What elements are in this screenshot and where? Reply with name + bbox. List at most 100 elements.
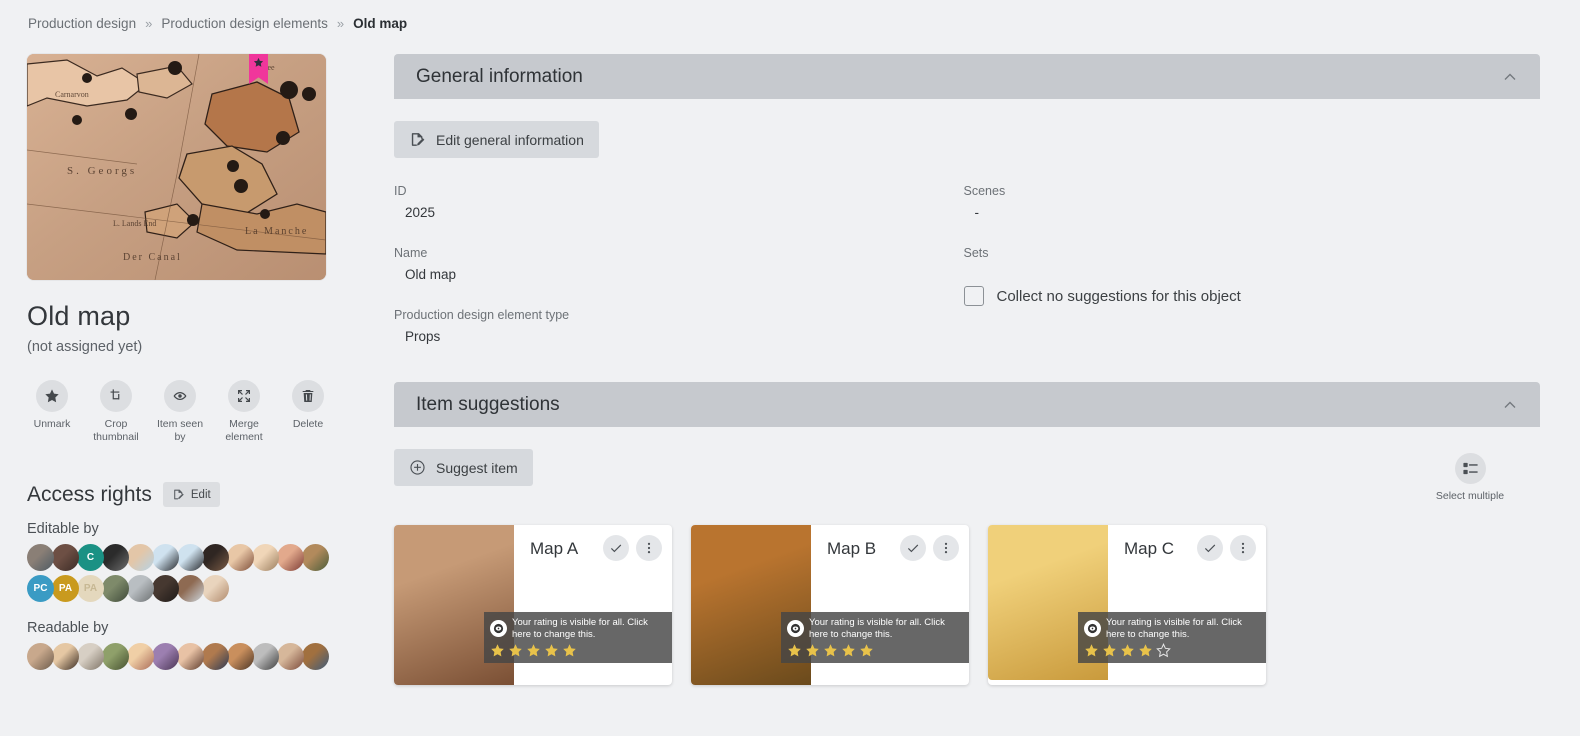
- rating-star-4[interactable]: [1138, 643, 1153, 658]
- action-crop-thumbnail[interactable]: Crop thumbnail: [91, 380, 141, 444]
- editable-by-avatar[interactable]: [127, 544, 154, 572]
- collect-no-suggestions-row[interactable]: Collect no suggestions for this object: [963, 286, 1519, 306]
- breadcrumb-separator: »: [336, 15, 345, 31]
- readable-by-avatar[interactable]: [52, 643, 79, 671]
- svg-text:Carnarvon: Carnarvon: [55, 90, 89, 99]
- general-information-header[interactable]: General information: [394, 54, 1540, 99]
- editable-by-avatar[interactable]: PA: [77, 575, 104, 603]
- rating-star-1[interactable]: [1084, 643, 1099, 658]
- action-delete[interactable]: Delete: [283, 380, 333, 444]
- rating-overlay[interactable]: Your rating is visible for all. Click he…: [484, 612, 672, 664]
- rating-star-2[interactable]: [805, 643, 820, 658]
- editable-by-avatar[interactable]: [202, 575, 229, 603]
- rating-star-3[interactable]: [526, 643, 541, 658]
- edit-document-icon: [174, 489, 184, 500]
- breadcrumb-item-2[interactable]: Production design elements: [161, 16, 328, 31]
- chevron-up-icon[interactable]: [1500, 395, 1520, 415]
- editable-by-avatar[interactable]: [127, 575, 154, 603]
- readable-by-avatar[interactable]: [27, 643, 54, 671]
- breadcrumb-item-1[interactable]: Production design: [28, 16, 136, 31]
- rating-overlay[interactable]: Your rating is visible for all. Click he…: [781, 612, 969, 664]
- approve-suggestion-button[interactable]: [603, 535, 629, 562]
- rating-star-5[interactable]: [1156, 643, 1171, 658]
- editable-by-avatar[interactable]: [177, 544, 204, 572]
- editable-by-avatar[interactable]: [52, 544, 79, 572]
- editable-by-avatar[interactable]: [152, 575, 179, 603]
- readable-by-avatar[interactable]: [177, 643, 204, 671]
- editable-by-avatar[interactable]: [277, 544, 304, 572]
- rating-star-5[interactable]: [562, 643, 577, 658]
- rating-star-1[interactable]: [490, 643, 505, 658]
- readable-by-avatar[interactable]: [152, 643, 179, 671]
- suggestion-card[interactable]: Map B Your rating is visible for all. Cli…: [691, 525, 969, 686]
- action-unmark[interactable]: Unmark: [27, 380, 77, 444]
- select-multiple-button[interactable]: Select multiple: [1422, 449, 1518, 503]
- approve-suggestion-button[interactable]: [1197, 535, 1223, 562]
- object-thumbnail[interactable]: Carnarvon S. Georgs L. Lands End La Manc…: [27, 54, 326, 280]
- suggestion-cards: Map A Your rating is visible for all. Cli…: [394, 525, 1518, 686]
- item-suggestions-header[interactable]: Item suggestions: [394, 382, 1540, 427]
- action-merge-element[interactable]: Merge element: [219, 380, 269, 444]
- editable-by-avatar[interactable]: [152, 544, 179, 572]
- item-suggestions-panel: Item suggestions Suggest item Select mul…: [374, 382, 1540, 695]
- edit-general-information-button[interactable]: Edit general information: [394, 121, 599, 158]
- suggestion-card-menu-button[interactable]: [933, 535, 959, 562]
- svg-text:L. Lands End: L. Lands End: [113, 219, 156, 228]
- star-icon: [36, 380, 68, 412]
- approve-suggestion-button[interactable]: [900, 535, 926, 562]
- rating-star-4[interactable]: [841, 643, 856, 658]
- suggestion-card-icons: [1197, 535, 1256, 562]
- editable-by-avatar[interactable]: [177, 575, 204, 603]
- editable-by-avatar[interactable]: C: [77, 544, 104, 572]
- readable-by-avatar[interactable]: [227, 643, 254, 671]
- rating-star-3[interactable]: [823, 643, 838, 658]
- readable-by-avatar[interactable]: [302, 643, 329, 671]
- readable-by-avatar[interactable]: [127, 643, 154, 671]
- editable-by-avatar[interactable]: [252, 544, 279, 572]
- readable-by-avatar[interactable]: [202, 643, 229, 671]
- rating-tooltip-text: Your rating is visible for all. Click he…: [1106, 617, 1242, 640]
- rating-star-4[interactable]: [544, 643, 559, 658]
- svg-text:Der Canal: Der Canal: [123, 252, 182, 263]
- edit-access-rights-button[interactable]: Edit: [162, 482, 220, 508]
- action-label: Item seen by: [156, 418, 204, 444]
- rating-star-2[interactable]: [1102, 643, 1117, 658]
- rating-stars[interactable]: [1084, 643, 1260, 658]
- editable-by-label: Editable by: [27, 521, 99, 538]
- suggestion-card[interactable]: Map A Your rating is visible for all. Cli…: [394, 525, 672, 686]
- readable-by-avatar[interactable]: [77, 643, 104, 671]
- editable-by-avatar[interactable]: PA: [52, 575, 79, 603]
- chevron-up-icon[interactable]: [1500, 67, 1520, 87]
- general-information-body: Edit general information ID 2025 Name Old m…: [374, 99, 1540, 380]
- editable-by-avatar[interactable]: [227, 544, 254, 572]
- rating-star-2[interactable]: [508, 643, 523, 658]
- rating-star-1[interactable]: [787, 643, 802, 658]
- field-value: Old map: [405, 267, 457, 282]
- field-label: Sets: [963, 246, 989, 260]
- rating-stars[interactable]: [787, 643, 963, 658]
- editable-by-avatar[interactable]: [27, 544, 54, 572]
- editable-by-avatar[interactable]: [202, 544, 229, 572]
- rating-stars[interactable]: [490, 643, 666, 658]
- editable-by-avatar[interactable]: [102, 544, 129, 572]
- readable-by-avatar[interactable]: [102, 643, 129, 671]
- rating-star-3[interactable]: [1120, 643, 1135, 658]
- action-label: Unmark: [33, 418, 71, 430]
- suggestion-card-menu-button[interactable]: [1230, 535, 1256, 562]
- readable-by-avatar[interactable]: [277, 643, 304, 671]
- rating-overlay[interactable]: Your rating is visible for all. Click he…: [1078, 612, 1266, 664]
- suggestion-card-menu-button[interactable]: [636, 535, 662, 562]
- editable-by-avatar[interactable]: PC: [27, 575, 54, 603]
- editable-by-avatar[interactable]: [302, 544, 329, 572]
- check-icon: [1204, 544, 1216, 553]
- action-label: Merge element: [225, 418, 263, 444]
- collect-no-suggestions-checkbox[interactable]: [963, 286, 984, 306]
- editable-by-avatar[interactable]: [102, 575, 129, 603]
- edit-document-icon: [411, 133, 425, 146]
- rating-star-5[interactable]: [859, 643, 874, 658]
- suggestion-card[interactable]: Map C Your rating is visible for all. Cli…: [988, 525, 1266, 686]
- check-icon: [610, 544, 622, 553]
- suggest-item-button[interactable]: Suggest item: [394, 449, 533, 486]
- action-item-seen-by[interactable]: Item seen by: [155, 380, 205, 444]
- readable-by-avatar[interactable]: [252, 643, 279, 671]
